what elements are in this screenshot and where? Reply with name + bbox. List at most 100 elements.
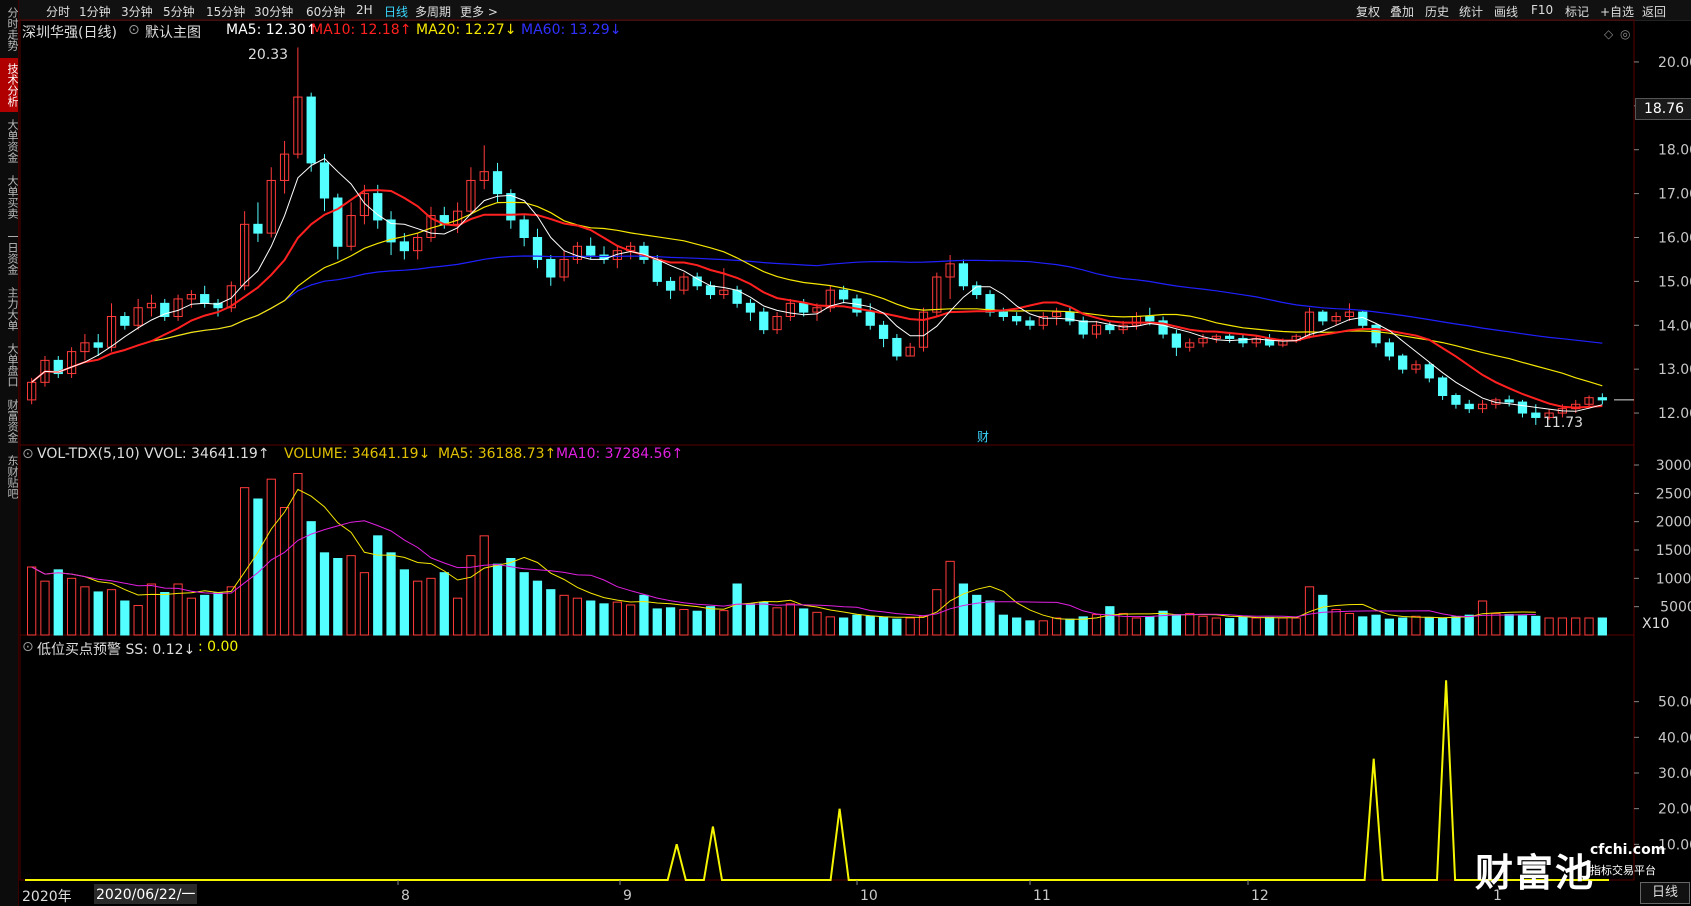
current-price-box: 18.76 <box>1635 98 1691 120</box>
ma5-legend: MA5: 12.30↑ <box>226 22 318 38</box>
candle-body <box>306 96 316 164</box>
candle-body <box>93 342 103 348</box>
volume-bar <box>1331 609 1341 636</box>
candle-body <box>1424 364 1434 379</box>
volume-bar <box>1158 610 1168 636</box>
volume-bar <box>1291 617 1301 636</box>
template-selector[interactable]: 默认主图 <box>145 22 201 42</box>
vol-title: VOL-TDX(5,10) VVOL: 34641.19↑ <box>37 446 270 462</box>
volume-bar <box>1358 616 1368 636</box>
indicator-title: 低位买点预警 SS: 0.12↓ <box>37 642 196 658</box>
volume-bar <box>1025 620 1035 636</box>
candle-body <box>506 193 516 221</box>
vol-settings-icon[interactable]: ⊙ <box>22 446 34 462</box>
volume-bar <box>1371 614 1381 636</box>
volume-bar <box>479 535 489 636</box>
signal-tick-label: 50.00 <box>1658 695 1691 711</box>
volume-bar <box>1051 617 1062 636</box>
candle-body <box>1012 316 1022 322</box>
price-tick-label: 17.00 <box>1658 187 1691 203</box>
candle-body <box>1171 333 1182 348</box>
vol-tick-label: 25000 <box>1656 486 1691 502</box>
price-tick-label: 12.00 <box>1658 406 1691 422</box>
finance-marker[interactable]: 财 <box>977 428 989 445</box>
volume-bar <box>745 603 756 636</box>
candle-body <box>878 324 889 339</box>
high-price-label: 20.33 <box>248 47 289 63</box>
volume-bar <box>519 572 529 636</box>
candle-body <box>1451 395 1461 405</box>
volume-bar <box>1451 616 1461 636</box>
candle-body <box>333 197 343 247</box>
month-label: 10 <box>860 888 878 904</box>
volume-bar <box>106 589 117 636</box>
candle-body <box>319 162 330 199</box>
candle-body <box>759 311 769 331</box>
candle-body <box>1597 397 1607 401</box>
volume-bar <box>240 487 250 636</box>
volume-bar <box>1038 620 1048 636</box>
volume-bar <box>53 569 63 636</box>
volume-bar <box>1477 600 1488 636</box>
ma20-legend: MA20: 12.27↓ <box>416 22 517 38</box>
candle-body <box>1398 355 1408 370</box>
volume-bar <box>319 552 330 636</box>
candle-body <box>120 316 130 326</box>
period-indicator[interactable]: 日线 <box>1640 882 1690 904</box>
month-label: 11 <box>1033 888 1051 904</box>
volume-bar <box>878 616 889 636</box>
candle-body <box>1437 377 1448 397</box>
volume-bar <box>652 608 662 636</box>
candle-body <box>253 223 263 234</box>
vol-tick-label: 5000 <box>1660 600 1691 616</box>
vol-tick-label: 30000 <box>1656 458 1691 474</box>
volume-bar <box>399 569 409 636</box>
price-tick-label: 20.00 <box>1658 55 1691 71</box>
volume-bar <box>426 577 436 636</box>
volume-bar <box>705 606 716 636</box>
month-label: 9 <box>623 888 632 904</box>
volume-bar <box>80 586 90 636</box>
volume-bar <box>279 507 290 636</box>
volume-bar <box>759 601 769 636</box>
candle-body <box>1025 320 1035 326</box>
collapse-icon[interactable]: ◎ <box>1620 27 1630 41</box>
stock-name[interactable]: 深圳华强(日线) <box>22 22 117 42</box>
volume-bar <box>865 615 875 636</box>
volume-bar <box>918 615 929 636</box>
volume-bar <box>452 597 463 636</box>
volume-bar <box>439 572 449 636</box>
volume-bar <box>852 614 862 636</box>
volume-bar <box>719 610 729 636</box>
candle-body <box>1225 335 1235 339</box>
ma60-legend: MA60: 13.29↓ <box>521 22 622 38</box>
volume-bar <box>1584 617 1594 636</box>
candle-body <box>958 263 969 287</box>
candle-body <box>1145 316 1155 322</box>
vol-tick-label: 15000 <box>1656 543 1691 559</box>
volume-bar <box>1131 617 1142 636</box>
volume-bar <box>559 594 569 636</box>
volume-bar <box>226 586 236 636</box>
diamond-icon[interactable]: ◇ <box>1604 27 1613 41</box>
candle-body <box>546 258 556 278</box>
template-dropdown-icon[interactable]: ⊙ <box>128 22 140 38</box>
candle-body <box>745 302 756 313</box>
volume-bar <box>1571 617 1581 636</box>
indicator-settings-icon[interactable]: ⊙ <box>22 639 34 655</box>
signal-panel-frame <box>19 634 1635 881</box>
volume-bar <box>1517 615 1528 636</box>
volume-bar <box>506 558 516 636</box>
candle-body <box>865 311 875 326</box>
volume-bar <box>1544 617 1554 636</box>
cfchi-logo: 财富池 <box>1475 850 1596 895</box>
volume-bar <box>958 583 969 636</box>
volume-bar <box>213 592 223 636</box>
watermark-url: cfchi.com <box>1590 842 1666 858</box>
volume-bar <box>160 592 170 636</box>
low-price-label: 11.73 <box>1543 415 1584 431</box>
volume-bar <box>626 604 636 636</box>
volume-bar <box>1278 617 1288 636</box>
volume-bar <box>1012 617 1022 636</box>
volume-bar <box>1424 616 1434 636</box>
